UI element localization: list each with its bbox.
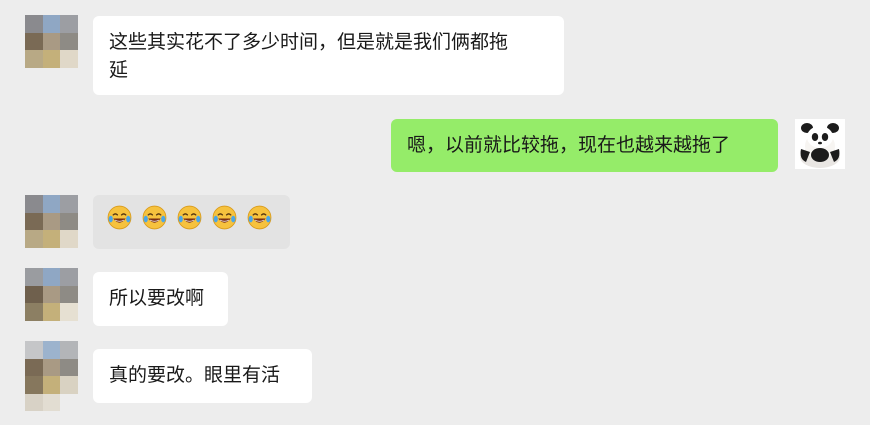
panda-icon (795, 119, 845, 169)
message-text: 所以要改啊 (109, 287, 205, 309)
tears-of-joy-icon (212, 205, 237, 230)
message-text: 这些其实花不了多少时间，但是就是我们俩都拖 延 (109, 31, 509, 81)
contact-avatar[interactable] (25, 15, 78, 68)
message-bubble-emoji[interactable] (93, 195, 290, 249)
self-avatar[interactable] (795, 119, 845, 169)
contact-avatar[interactable] (25, 341, 78, 411)
message-bubble-incoming[interactable]: 真的要改。眼里有活 (93, 349, 312, 403)
message-text: 嗯，以前就比较拖，现在也越来越拖了 (407, 134, 731, 156)
contact-avatar[interactable] (25, 268, 78, 321)
message-text: 真的要改。眼里有活 (109, 364, 281, 386)
emoji-row (107, 205, 276, 230)
tears-of-joy-icon (142, 205, 167, 230)
message-bubble-incoming[interactable]: 这些其实花不了多少时间，但是就是我们俩都拖 延 (93, 16, 564, 95)
message-bubble-outgoing[interactable]: 嗯，以前就比较拖，现在也越来越拖了 (391, 119, 778, 172)
tears-of-joy-icon (107, 205, 132, 230)
tears-of-joy-icon (247, 205, 272, 230)
tears-of-joy-icon (177, 205, 202, 230)
message-bubble-incoming[interactable]: 所以要改啊 (93, 272, 228, 326)
contact-avatar[interactable] (25, 195, 78, 248)
